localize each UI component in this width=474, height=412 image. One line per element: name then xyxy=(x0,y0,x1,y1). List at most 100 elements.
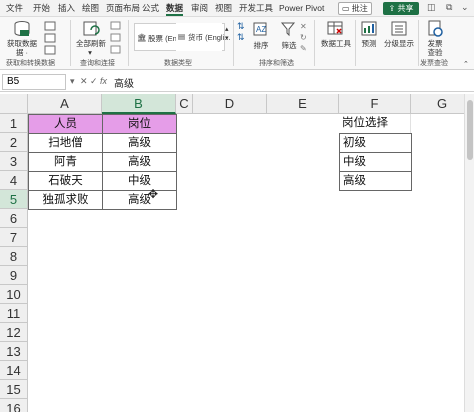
gallery-scroll-icon[interactable]: ▴ ▾ xyxy=(225,25,229,43)
scrollbar-thumb[interactable] xyxy=(467,100,473,160)
forecast-button[interactable]: 预测 xyxy=(359,39,379,48)
camera-icon[interactable]: ◫ xyxy=(427,2,436,13)
row-header[interactable]: 1 xyxy=(0,114,28,133)
column-header-c[interactable]: C xyxy=(176,94,193,114)
tab-developer[interactable]: 开发工具 xyxy=(239,2,273,16)
header-cell-staff[interactable]: 人员 xyxy=(28,114,103,134)
group-data-types-label: 数据类型 xyxy=(164,60,192,67)
row-header[interactable]: 5 xyxy=(0,190,28,209)
tab-review[interactable]: 审阅 xyxy=(191,2,208,16)
svg-text:AZ: AZ xyxy=(256,25,266,34)
tab-power-pivot[interactable]: Power Pivot xyxy=(279,2,324,16)
column-header-b[interactable]: B xyxy=(102,94,176,114)
share-button[interactable]: ⇪ 共享 xyxy=(383,2,419,15)
data-tools-icon xyxy=(327,21,343,35)
refresh-dropdown-icon[interactable]: ▾ xyxy=(85,48,95,57)
row-header[interactable]: 11 xyxy=(0,304,28,323)
table-cell-position[interactable]: 中级 xyxy=(102,171,177,191)
invoice-check-button[interactable]: 发票查验 xyxy=(426,39,444,57)
row-header[interactable]: 12 xyxy=(0,323,28,342)
row-header[interactable]: 13 xyxy=(0,342,28,361)
enter-icon[interactable]: ✓ xyxy=(90,76,98,87)
list-item-cell[interactable]: 高级 xyxy=(339,171,412,191)
more-icon[interactable]: ⌄ xyxy=(461,2,469,13)
currency-icon: ▤ xyxy=(178,32,186,41)
list-title-cell[interactable]: 岗位选择 xyxy=(339,114,411,133)
row-header[interactable]: 8 xyxy=(0,247,28,266)
share-label: 共享 xyxy=(397,4,414,13)
sort-icon: AZ xyxy=(253,22,267,36)
row-header[interactable]: 15 xyxy=(0,380,28,399)
row-header[interactable]: 7 xyxy=(0,228,28,247)
invoice-icon xyxy=(428,20,443,37)
restore-window-icon[interactable]: ⧉ xyxy=(446,2,452,13)
table-cell-position[interactable]: 高级 xyxy=(102,133,177,153)
tab-home[interactable]: 开始 xyxy=(33,2,50,16)
row-header[interactable]: 10 xyxy=(0,285,28,304)
filter-options-icons[interactable]: ✕ ↻ ✎ xyxy=(300,21,307,54)
tab-page-layout[interactable]: 页面布局 xyxy=(106,2,140,16)
group-get-transform-label: 获取和转换数据 xyxy=(6,60,55,67)
formula-input[interactable]: 高级 xyxy=(114,75,134,90)
list-item-cell[interactable]: 中级 xyxy=(339,152,412,172)
tab-insert[interactable]: 插入 xyxy=(58,2,75,16)
vertical-scrollbar[interactable] xyxy=(464,94,474,412)
table-cell-position[interactable]: 高级 xyxy=(102,152,177,172)
name-box[interactable]: B5 xyxy=(2,74,66,90)
table-cell-name[interactable]: 独孤求败 xyxy=(28,190,103,210)
data-source-icons[interactable] xyxy=(44,21,58,57)
column-header-e[interactable]: E xyxy=(267,94,339,114)
row-header[interactable]: 4 xyxy=(0,171,28,190)
tab-draw[interactable]: 绘图 xyxy=(82,2,99,16)
group-queries-label: 查询和连接 xyxy=(80,60,115,67)
row-header[interactable]: 9 xyxy=(0,266,28,285)
ribbon-separator xyxy=(233,20,234,66)
ribbon-separator xyxy=(70,20,71,66)
sort-button[interactable]: 排序 xyxy=(252,41,270,50)
row-header[interactable]: 16 xyxy=(0,399,28,412)
outline-icon xyxy=(391,21,407,36)
header-cell-position[interactable]: 岗位 xyxy=(102,114,177,134)
name-box-dropdown-icon[interactable]: ▾ xyxy=(70,76,75,87)
active-cell-b5[interactable]: 高级 xyxy=(102,190,177,210)
ribbon-tab-bar: 文件 开始 插入 绘图 页面布局 公式 数据 审阅 视图 开发工具 Power … xyxy=(0,0,474,17)
row-header[interactable]: 2 xyxy=(0,133,28,152)
comment-label: 批注 xyxy=(351,4,368,13)
column-header-a[interactable]: A xyxy=(28,94,102,114)
refresh-all-button[interactable]: 全部刷新 xyxy=(73,39,109,48)
column-header-f[interactable]: F xyxy=(339,94,411,114)
table-cell-name[interactable]: 石破天 xyxy=(28,171,103,191)
tab-view[interactable]: 视图 xyxy=(215,2,232,16)
bank-icon: 🏛 xyxy=(137,33,147,42)
query-icons[interactable] xyxy=(110,21,122,55)
get-data-sub-label: 据 · xyxy=(15,48,29,57)
cancel-icon[interactable]: ✕ xyxy=(80,76,88,87)
table-cell-name[interactable]: 阿青 xyxy=(28,152,103,172)
ribbon: 获取数据 据 · 获取和转换数据 全部刷新 ▾ 查询和连接 🏛 股票 (Engl… xyxy=(0,17,474,70)
get-data-button[interactable]: 获取数据 xyxy=(6,39,38,48)
tab-formulas[interactable]: 公式 xyxy=(142,2,159,16)
filter-button[interactable]: 筛选 xyxy=(280,41,298,50)
collapse-ribbon-icon[interactable]: ⌃ xyxy=(463,60,469,69)
tab-data[interactable]: 数据 xyxy=(166,2,184,16)
refresh-icon xyxy=(83,21,100,36)
insert-function-icon[interactable]: fx xyxy=(100,76,107,86)
comment-icon: ▭ xyxy=(342,4,350,13)
row-header[interactable]: 3 xyxy=(0,152,28,171)
group-sort-filter-label: 排序和筛选 xyxy=(259,60,294,67)
row-header[interactable]: 14 xyxy=(0,361,28,380)
filter-icon xyxy=(280,22,296,37)
sort-az-icons[interactable]: ⇅ ⇅ xyxy=(237,21,245,43)
list-item-cell[interactable]: 初级 xyxy=(339,133,412,153)
comment-button[interactable]: ▭ 批注 xyxy=(338,2,372,15)
database-icon xyxy=(14,21,30,36)
tab-file[interactable]: 文件 xyxy=(6,2,23,16)
outline-button[interactable]: 分级显示 xyxy=(384,39,414,48)
table-cell-name[interactable]: 扫地僧 xyxy=(28,133,103,153)
column-header-d[interactable]: D xyxy=(193,94,267,114)
ribbon-separator xyxy=(128,20,129,66)
data-tools-button[interactable]: 数据工具 xyxy=(318,39,354,48)
row-header[interactable]: 6 xyxy=(0,209,28,228)
spreadsheet-grid: A B C D E F G 1 2 3 4 5 6 7 8 9 10 11 12… xyxy=(0,94,474,412)
select-all-corner[interactable] xyxy=(0,94,28,114)
